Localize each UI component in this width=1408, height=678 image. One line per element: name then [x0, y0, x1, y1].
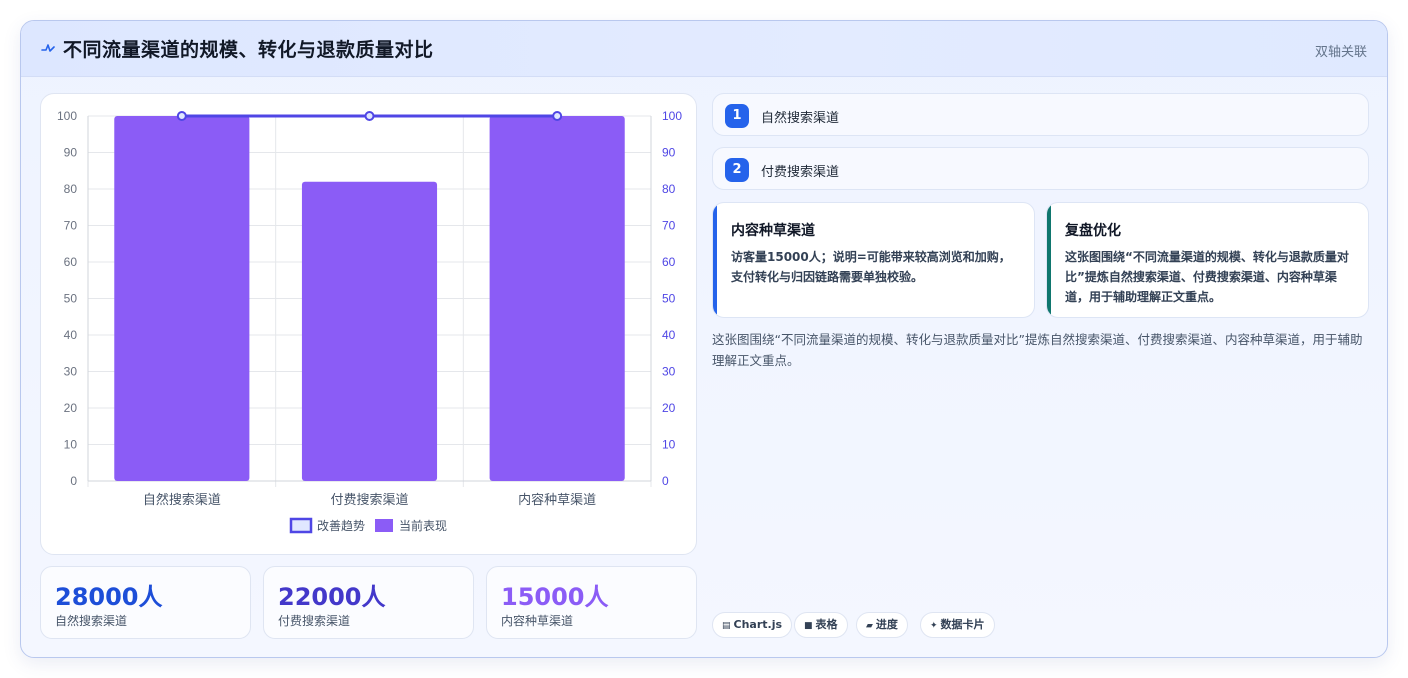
accent-bar	[713, 203, 717, 317]
list-item-paid[interactable]: 2 付费搜索渠道	[712, 147, 1369, 190]
info-card-body: 这张图围绕“不同流量渠道的规模、转化与退款质量对比”提炼自然搜索渠道、付费搜索渠…	[1065, 250, 1349, 304]
info-card-content-channel: 内容种草渠道 访客量15000人；说明=可能带来较高浏览和加购，支付转化与归因链…	[712, 202, 1035, 318]
y2-tick-label: 100	[662, 109, 682, 123]
progress-icon: ▰	[866, 621, 873, 631]
bar	[114, 116, 250, 481]
y2-tick-label: 90	[662, 146, 676, 160]
y2-tick-label: 0	[662, 474, 669, 488]
info-card-title: 内容种草渠道	[731, 223, 815, 239]
stat-value: 22000人	[278, 583, 386, 611]
pulse-icon	[41, 44, 55, 52]
y-tick-label: 90	[64, 146, 78, 160]
y-tick-label: 30	[64, 365, 78, 379]
step-number-badge: 2	[725, 158, 749, 182]
y-tick-label: 100	[57, 109, 77, 123]
trend-point	[176, 111, 187, 121]
y-tick-label: 10	[64, 438, 78, 452]
summary-text: 这张图围绕“不同流量渠道的规模、转化与退款质量对比”提炼自然搜索渠道、付费搜索渠…	[712, 332, 1363, 368]
chip-table[interactable]: ■ 表格	[794, 612, 848, 638]
chip-label: 表格	[815, 618, 838, 631]
chart-icon: ▤	[722, 621, 731, 631]
y2-tick-label: 60	[662, 255, 676, 269]
list-item-organic[interactable]: 1 自然搜索渠道	[712, 93, 1369, 136]
stat-value: 28000人	[55, 583, 163, 611]
info-card-review: 复盘优化 这张图围绕“不同流量渠道的规模、转化与退款质量对比”提炼自然搜索渠道、…	[1046, 202, 1369, 318]
card-header: 不同流量渠道的规模、转化与退款质量对比 双轴关联	[21, 21, 1387, 77]
chip-label: 进度	[875, 618, 898, 631]
chip-label: 数据卡片	[940, 618, 985, 631]
stat-value: 15000人	[501, 583, 609, 611]
legend-label: 当前表现	[399, 518, 447, 533]
stat-label: 付费搜索渠道	[278, 614, 351, 628]
chart-panel: 0 0 10 10 20 20 30 30 40 40 50 50 60 60 70 70 80 80 90 90 10…	[40, 93, 697, 555]
accent-bar	[1047, 203, 1051, 317]
x-tick-label: 自然搜索渠道	[143, 492, 221, 508]
y2-tick-label: 80	[662, 182, 676, 196]
header-tag: 双轴关联	[1314, 45, 1367, 60]
trend-point	[552, 111, 563, 121]
y-tick-label: 80	[64, 182, 78, 196]
main-card: 不同流量渠道的规模、转化与退款质量对比 双轴关联 0 0 10 10 20 20 30 30 4…	[20, 20, 1388, 658]
x-tick-label: 内容种草渠道	[518, 492, 596, 508]
list-item-label: 自然搜索渠道	[761, 111, 840, 126]
info-card-title: 复盘优化	[1065, 223, 1121, 239]
y2-tick-label: 40	[662, 328, 676, 342]
bar	[489, 116, 625, 481]
bar	[301, 181, 438, 481]
info-card-body: 访客量15000人；说明=可能带来较高浏览和加购，支付转化与归因链路需要单独校验…	[731, 250, 1011, 284]
y-tick-label: 20	[64, 401, 78, 415]
stat-card-paid: 22000人 付费搜索渠道	[263, 566, 474, 639]
sparkle-icon: ✦	[930, 621, 938, 631]
legend-swatch-trend	[289, 517, 313, 534]
y-tick-label: 50	[64, 292, 78, 306]
combo-chart: 0 0 10 10 20 20 30 30 40 40 50 50 60 60 70 70 80 80 90 90 10…	[57, 109, 682, 534]
trend-point	[364, 111, 375, 121]
y2-tick-label: 30	[662, 365, 676, 379]
stat-cards: 28000人 自然搜索渠道 22000人 付费搜索渠道 15000人 内容种草渠…	[40, 566, 697, 639]
y2-tick-label: 10	[662, 438, 676, 452]
page-title: 不同流量渠道的规模、转化与退款质量对比	[63, 39, 434, 61]
x-tick-label: 付费搜索渠道	[330, 493, 408, 508]
y-tick-label: 70	[64, 219, 78, 233]
legend-swatch-bar	[375, 519, 393, 532]
stat-card-organic: 28000人 自然搜索渠道	[40, 566, 251, 639]
y2-tick-label: 20	[662, 401, 676, 415]
stat-card-content: 15000人 内容种草渠道	[486, 566, 697, 639]
table-icon: ■	[804, 621, 813, 631]
y-tick-label: 0	[70, 474, 77, 488]
chip-chartjs[interactable]: ▤ Chart.js	[712, 612, 793, 638]
list-item-label: 付费搜索渠道	[761, 165, 840, 180]
chip-progress[interactable]: ▰ 进度	[856, 612, 908, 638]
legend-label: 改善趋势	[317, 518, 365, 533]
y-tick-label: 60	[64, 255, 78, 269]
step-number-badge: 1	[725, 104, 749, 128]
chip-label: Chart.js	[733, 618, 783, 631]
chip-data-card[interactable]: ✦ 数据卡片	[920, 612, 995, 638]
y2-tick-label: 50	[662, 292, 676, 306]
stat-label: 自然搜索渠道	[55, 614, 128, 628]
y2-tick-label: 70	[662, 219, 676, 233]
y-tick-label: 40	[64, 328, 78, 342]
stat-label: 内容种草渠道	[501, 614, 574, 628]
